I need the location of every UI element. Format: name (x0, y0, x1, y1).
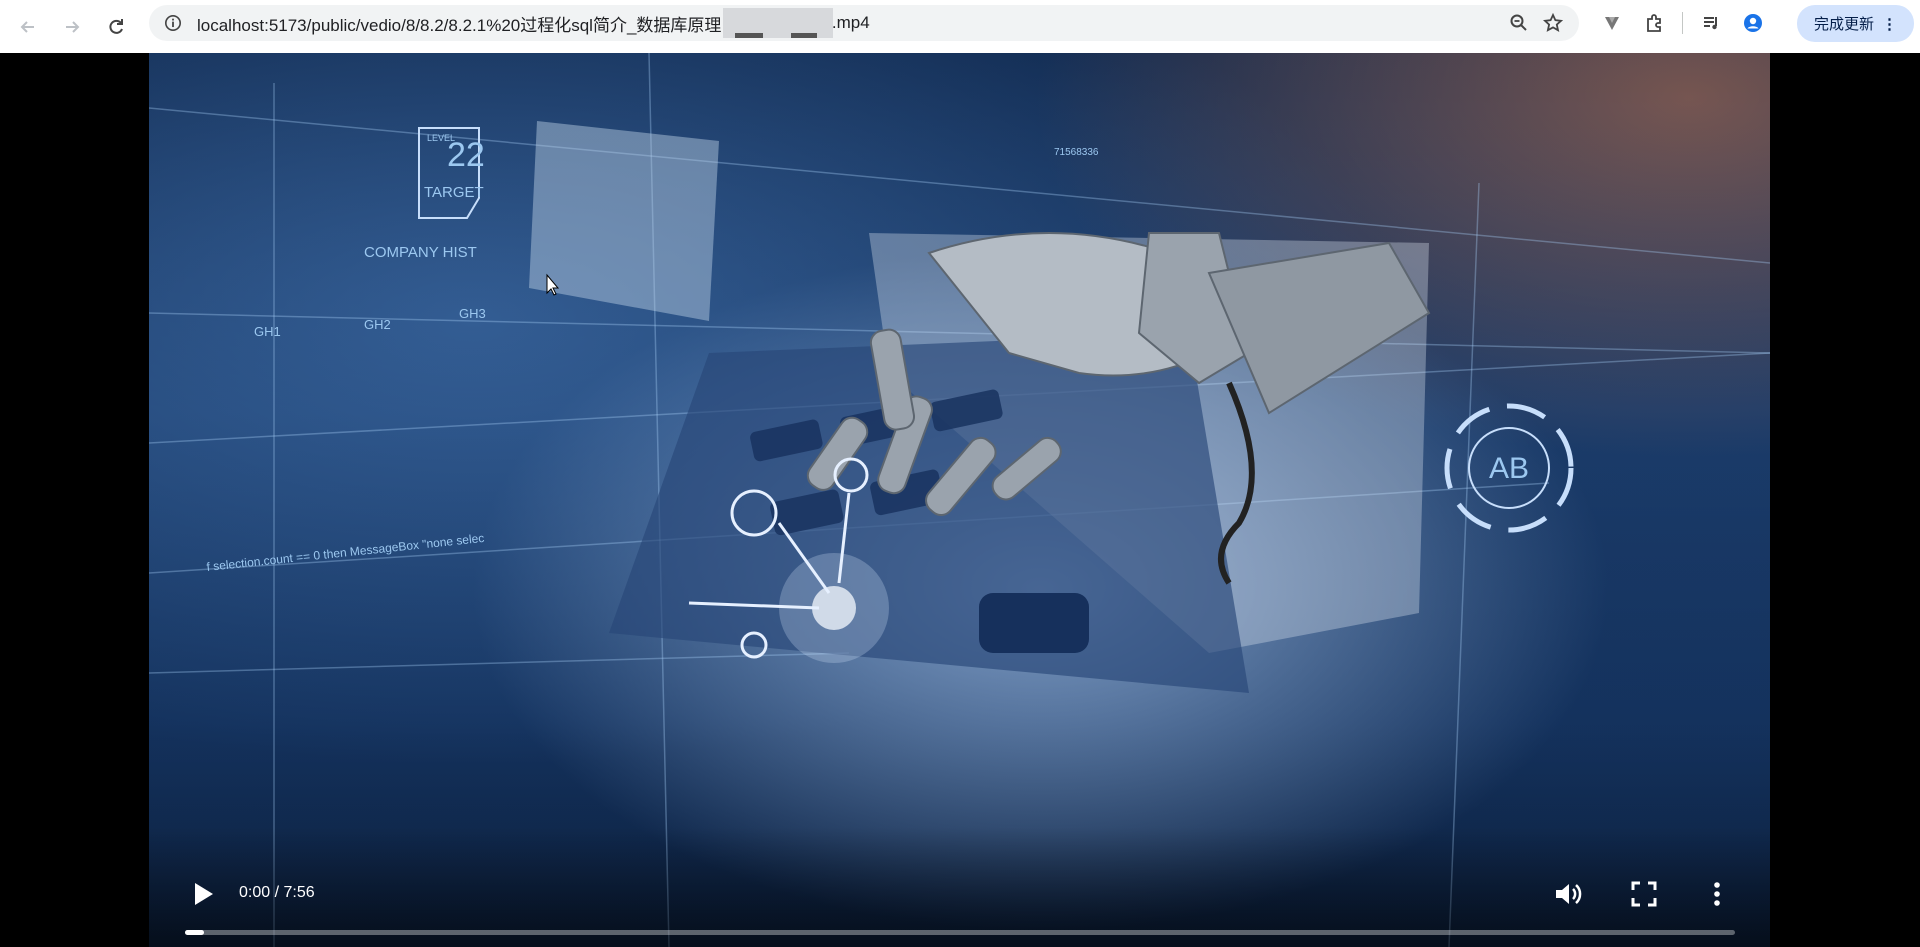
back-button[interactable] (12, 11, 44, 43)
zoom-button[interactable] (1505, 9, 1533, 37)
toolbar-separator (1682, 12, 1683, 34)
puzzle-icon (1647, 14, 1661, 32)
address-bar[interactable]: localhost:5173/public/vedio/8/8.2/8.2.1%… (149, 5, 1579, 41)
media-control-button[interactable] (1697, 9, 1725, 37)
v-extension-button[interactable] (1598, 9, 1626, 37)
time-display: 0:00 / 7:56 (239, 884, 315, 901)
update-button[interactable]: 完成更新 ⋮ (1797, 5, 1914, 42)
video-controls: 0:00 / 7:56 (149, 827, 1770, 947)
hud-gh3: GH3 (459, 306, 486, 321)
url-text[interactable]: localhost:5173/public/vedio/8/8.2/8.2.1%… (197, 8, 870, 38)
v-extension-icon (1605, 17, 1619, 30)
reload-icon (109, 18, 123, 34)
hud-ab: AB (1489, 452, 1529, 485)
progress-fill (185, 930, 204, 935)
volume-icon[interactable] (1553, 879, 1585, 909)
hud-level-number: 22 (447, 136, 485, 174)
media-control-icon (1704, 17, 1717, 30)
fullscreen-icon[interactable] (1629, 879, 1659, 909)
hud-target-label: TARGET (424, 184, 484, 201)
extensions-button[interactable] (1640, 9, 1668, 37)
video-player[interactable]: LEVEL 22 TARGET COMPANY HIST GH1 GH2 GH3… (149, 53, 1770, 947)
hud-number: 71568336 (1054, 147, 1099, 158)
url-prefix: localhost:5173/public/vedio/8/8.2/8.2.1%… (197, 15, 722, 35)
reload-button[interactable] (100, 11, 132, 43)
update-label: 完成更新 (1813, 16, 1874, 33)
progress-bar[interactable] (185, 930, 1735, 935)
profile-button[interactable] (1739, 9, 1767, 37)
hud-code-line: f selection.count == 0 then MessageBox "… (206, 531, 485, 574)
play-icon[interactable] (189, 879, 217, 909)
star-icon (1543, 13, 1563, 32)
zoom-icon (1510, 14, 1527, 31)
more-options-icon[interactable] (1702, 879, 1732, 909)
redacted-region (723, 8, 834, 38)
hud-gh2: GH2 (364, 317, 391, 332)
forward-button[interactable] (56, 11, 88, 43)
arrow-right-icon (66, 20, 80, 33)
hud-company-hist: COMPANY HIST (364, 244, 477, 261)
info-icon[interactable] (163, 13, 183, 33)
more-vert-icon: ⋮ (1882, 15, 1897, 33)
bookmark-button[interactable] (1539, 9, 1567, 37)
profile-icon (1744, 14, 1762, 32)
hud-gh1: GH1 (254, 324, 281, 339)
video-stage: LEVEL 22 TARGET COMPANY HIST GH1 GH2 GH3… (0, 53, 1920, 947)
browser-toolbar: localhost:5173/public/vedio/8/8.2/8.2.1%… (0, 0, 1920, 53)
arrow-left-icon (20, 20, 34, 33)
video-frame: LEVEL 22 TARGET COMPANY HIST GH1 GH2 GH3… (149, 53, 1770, 947)
